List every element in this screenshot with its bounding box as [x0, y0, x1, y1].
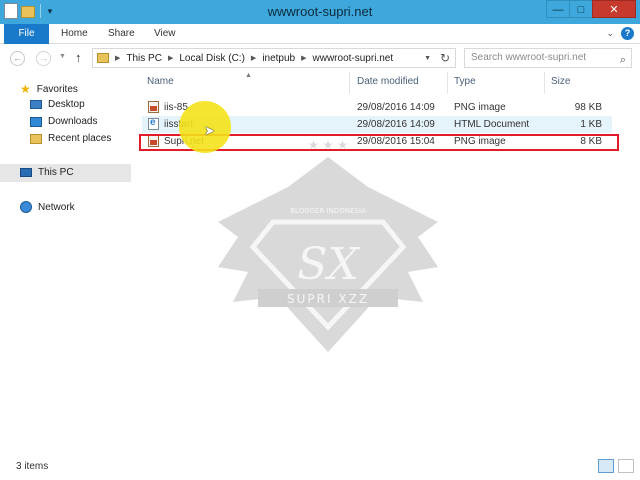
expand-ribbon-chevron-icon[interactable]: ⌄ [606, 28, 614, 39]
network-icon [20, 201, 32, 213]
recent-places-icon [30, 133, 42, 144]
column-size[interactable]: Size [551, 76, 570, 87]
minimize-button[interactable]: — [546, 0, 570, 18]
nav-favorites-label: Favorites [36, 83, 78, 95]
mouse-cursor-icon: ➤ [204, 123, 215, 138]
folder-icon [97, 53, 109, 63]
sort-caret-icon: ▲ [245, 72, 252, 79]
search-icon[interactable]: ⌕ [620, 51, 626, 69]
desktop-icon [30, 100, 42, 109]
file-type: HTML Document [454, 119, 530, 130]
nav-network-label: Network [38, 201, 75, 213]
breadcrumb-this-pc[interactable]: This PC [126, 53, 162, 64]
forward-button[interactable]: → [36, 51, 51, 66]
navigation-pane: ★ Favorites Desktop Downloads Recent pla… [0, 72, 132, 452]
window-controls: — □ ✕ [546, 0, 636, 18]
recent-locations-chevron-icon[interactable]: ▼ [59, 53, 66, 60]
nav-this-pc-label: This PC [38, 167, 74, 178]
breadcrumb-current-folder[interactable]: wwwroot-supri.net [313, 53, 394, 64]
nav-desktop[interactable]: Desktop [30, 99, 85, 110]
search-placeholder: Search wwwroot-supri.net [471, 52, 587, 63]
nav-recent-label: Recent places [48, 133, 112, 144]
address-history-chevron-icon[interactable]: ▼ [424, 55, 431, 62]
search-input[interactable]: Search wwwroot-supri.net ⌕ [464, 48, 632, 68]
watermark-bottom-text: SUPRI XZZ [287, 292, 369, 306]
status-bar: 3 items [0, 456, 640, 480]
nav-this-pc[interactable]: This PC [20, 167, 74, 178]
breadcrumb-inetpub[interactable]: inetpub [262, 53, 295, 64]
window-title: wwwroot-supri.net [267, 4, 373, 19]
address-bar[interactable]: ▶ This PC ▶ Local Disk (C:) ▶ inetpub ▶ … [92, 48, 456, 68]
file-size: 1 KB [580, 119, 602, 130]
breadcrumb-chevron-icon[interactable]: ▶ [115, 54, 120, 62]
ribbon-tabs: File Home Share View ⌄ ? [0, 24, 640, 44]
large-icons-view-icon[interactable] [618, 459, 634, 473]
watermark-center-text: SX [297, 239, 360, 290]
nav-desktop-label: Desktop [48, 99, 85, 110]
breadcrumb-local-disk[interactable]: Local Disk (C:) [179, 53, 245, 64]
supri-watermark-logo: ★ ★ ★ BLOGGER INDONESIA SX SUPRI XZZ [218, 138, 438, 352]
column-divider[interactable] [544, 72, 545, 94]
column-type[interactable]: Type [454, 76, 476, 87]
nav-network[interactable]: Network [20, 201, 75, 213]
nav-downloads-label: Downloads [48, 116, 98, 127]
nav-favorites[interactable]: ★ Favorites [20, 82, 78, 96]
computer-icon [20, 168, 32, 177]
tab-share[interactable]: Share [108, 24, 135, 44]
refresh-icon[interactable]: ↻ [440, 51, 450, 65]
title-bar: ▼ wwwroot-supri.net — □ ✕ [0, 0, 640, 24]
downloads-icon [30, 116, 42, 127]
file-list: ★ ★ ★ BLOGGER INDONESIA SX SUPRI XZZ ▲ N… [138, 72, 632, 450]
tab-home[interactable]: Home [61, 24, 88, 44]
breadcrumb-chevron-icon[interactable]: ▶ [251, 54, 256, 62]
file-date: 29/08/2016 14:09 [357, 102, 435, 113]
file-size: 98 KB [574, 102, 602, 113]
html-file-icon [148, 117, 159, 130]
address-row: ← → ▼ ↑ ▶ This PC ▶ Local Disk (C:) ▶ in… [0, 45, 640, 72]
star-icon: ★ [20, 82, 31, 96]
tab-file[interactable]: File [4, 24, 49, 44]
up-button[interactable]: ↑ [75, 50, 82, 65]
column-divider[interactable] [447, 72, 448, 94]
breadcrumb-chevron-icon[interactable]: ▶ [301, 54, 306, 62]
breadcrumb-chevron-icon[interactable]: ▶ [168, 54, 173, 62]
maximize-button[interactable]: □ [569, 0, 593, 18]
file-date: 29/08/2016 14:09 [357, 119, 435, 130]
column-divider[interactable] [349, 72, 350, 94]
column-date-modified[interactable]: Date modified [357, 76, 419, 87]
help-icon[interactable]: ? [621, 27, 634, 40]
nav-recent-places[interactable]: Recent places [30, 133, 111, 144]
close-button[interactable]: ✕ [592, 0, 636, 18]
item-count: 3 items [16, 461, 49, 472]
details-view-icon[interactable] [598, 459, 614, 473]
tab-view[interactable]: View [154, 24, 176, 44]
watermark-top-text: BLOGGER INDONESIA [290, 207, 366, 215]
column-name[interactable]: Name [147, 76, 174, 87]
nav-downloads[interactable]: Downloads [30, 116, 97, 127]
back-button[interactable]: ← [10, 51, 25, 66]
png-file-icon [148, 101, 159, 113]
file-type: PNG image [454, 102, 506, 113]
